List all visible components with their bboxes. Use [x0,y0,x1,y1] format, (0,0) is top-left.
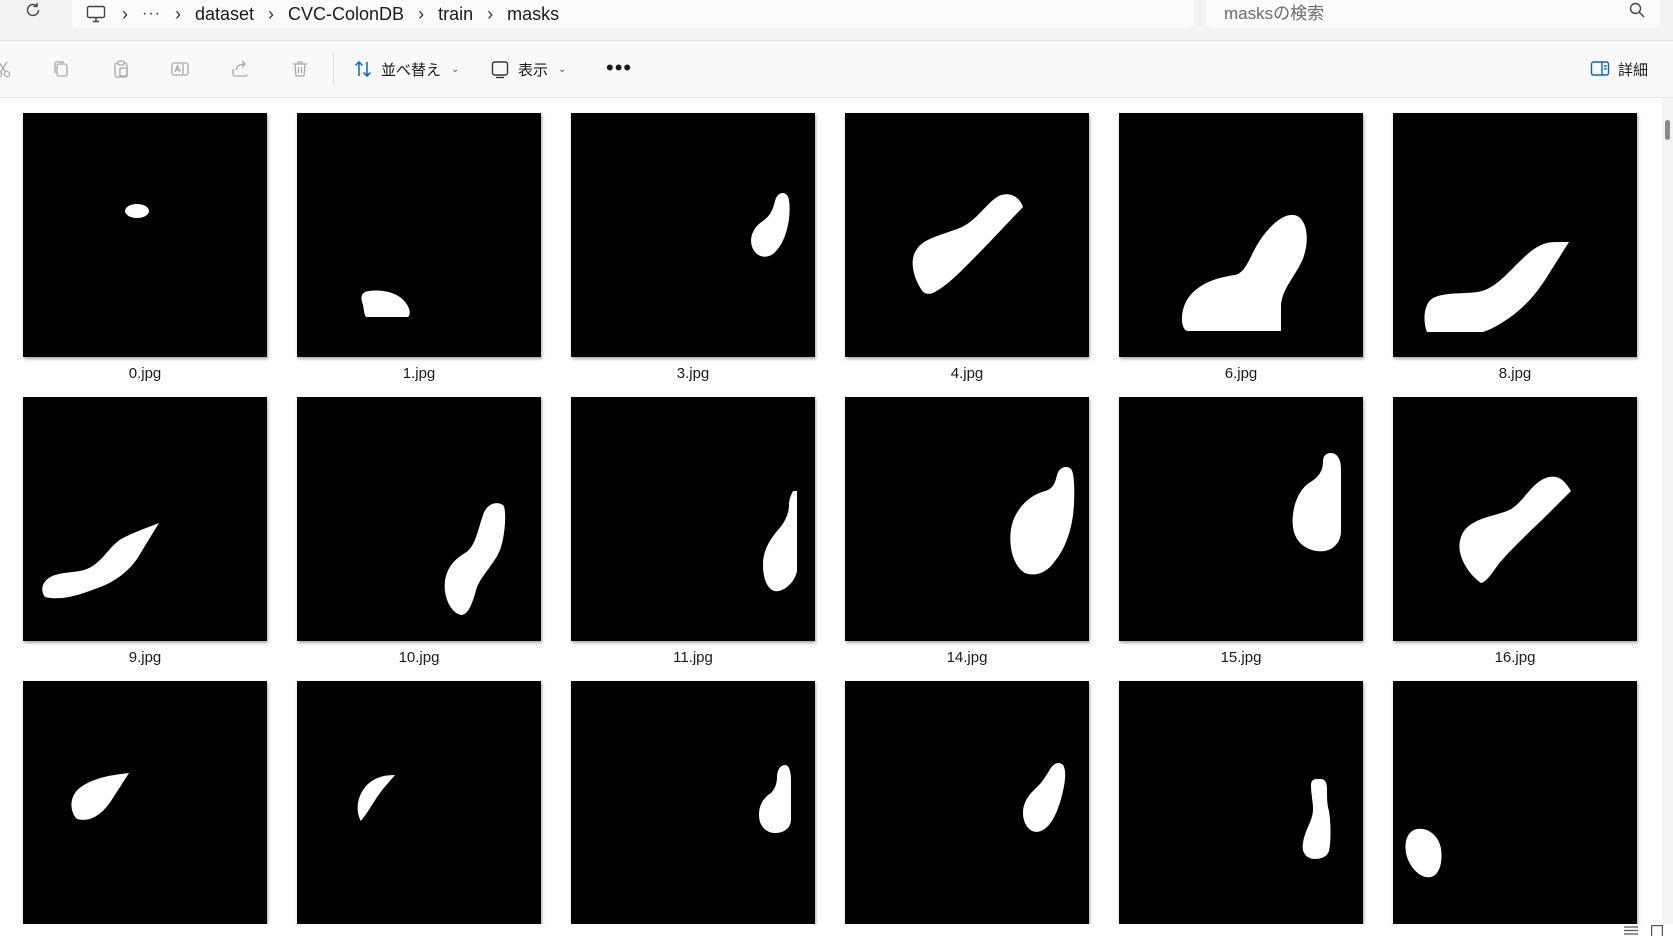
view-label: 表示 [518,61,549,79]
mask-thumbnail [1393,113,1637,357]
breadcrumb-chevron-icon[interactable]: › [487,5,493,23]
file-name: 9.jpg [128,649,162,666]
file-tile[interactable] [23,681,267,924]
breadcrumb-chevron-icon[interactable]: › [418,5,424,23]
share-button[interactable] [229,58,251,80]
toolbar-divider [333,53,334,85]
file-name: 11.jpg [673,649,713,666]
file-name: 0.jpg [128,365,162,382]
paste-button[interactable] [110,58,132,80]
breadcrumb-item-train[interactable]: train [438,4,473,25]
mask-thumbnail [297,397,541,641]
details-view-icon[interactable] [1624,925,1638,936]
file-name: 3.jpg [676,365,710,382]
mask-thumbnail [571,397,815,641]
mask-thumbnail [23,681,267,924]
breadcrumb-item-dataset[interactable]: dataset [195,4,254,25]
sort-label: 並べ替え [381,61,442,79]
mask-thumbnail [23,113,267,357]
sort-button[interactable]: 並べ替え ⌄ [353,55,459,83]
search-placeholder: masksの検索 [1224,4,1325,23]
scrollbar-thumb[interactable] [1665,120,1670,140]
mask-thumbnail [1393,397,1637,641]
breadcrumb-chevron-icon[interactable]: › [122,5,128,23]
mask-thumbnail [1119,397,1363,641]
file-tile[interactable]: 11.jpg [571,397,815,666]
file-tile[interactable]: 16.jpg [1393,397,1637,666]
large-icons-view-icon[interactable] [1651,925,1663,936]
file-tile[interactable]: 10.jpg [297,397,541,666]
breadcrumb-chevron-icon[interactable]: › [175,5,181,23]
view-icon [491,61,509,79]
breadcrumb-overflow-button[interactable]: ··· [142,5,161,23]
details-pane-button[interactable]: 詳細 [1590,55,1648,83]
file-tile[interactable] [845,681,1089,924]
file-name: 15.jpg [1220,649,1262,666]
paste-icon [114,60,128,78]
status-bar [0,924,1673,937]
file-name: 8.jpg [1498,365,1532,382]
file-tile[interactable]: 4.jpg [845,113,1089,382]
view-button[interactable]: 表示 ⌄ [490,55,566,83]
file-tile[interactable] [1119,681,1363,924]
mask-thumbnail [23,397,267,641]
refresh-button[interactable] [20,0,46,22]
breadcrumb[interactable]: › ··· › dataset › CVC-ColonDB › train › … [72,0,1194,28]
file-tile[interactable]: 1.jpg [297,113,541,382]
mask-thumbnail [297,681,541,924]
breadcrumb-chevron-icon[interactable]: › [268,5,274,23]
file-tile[interactable] [571,681,815,924]
vertical-scrollbar[interactable] [1662,98,1673,924]
mask-thumbnail [1119,113,1363,357]
mask-thumbnail [1119,681,1363,924]
this-pc-icon[interactable] [86,4,108,24]
file-grid: 0.jpg 1.jpg 3.jpg 4.jpg 6.jpg 8.jpg 9.jp… [0,98,1662,924]
mask-thumbnail [845,397,1089,641]
breadcrumb-item-masks[interactable]: masks [507,4,559,25]
sort-icon [354,60,372,78]
delete-button[interactable] [289,58,311,80]
file-name: 4.jpg [950,365,984,382]
file-tile[interactable]: 0.jpg [23,113,267,382]
cut-icon [0,61,11,78]
mask-thumbnail [845,681,1089,924]
delete-icon [293,61,307,77]
chevron-down-icon: ⌄ [451,63,460,75]
rename-icon [171,62,189,76]
cut-button[interactable] [0,58,14,80]
file-tile[interactable]: 8.jpg [1393,113,1637,382]
file-name: 16.jpg [1494,649,1536,666]
file-tile[interactable]: 6.jpg [1119,113,1363,382]
breadcrumb-item-cvc-colondb[interactable]: CVC-ColonDB [288,4,404,25]
file-tile[interactable] [297,681,541,924]
mask-thumbnail [571,681,815,924]
file-tile[interactable]: 14.jpg [845,397,1089,666]
chevron-down-icon: ⌄ [558,63,567,75]
file-name: 1.jpg [402,365,436,382]
copy-button[interactable] [50,58,72,80]
file-tile[interactable]: 15.jpg [1119,397,1363,666]
file-tile[interactable]: 9.jpg [23,397,267,666]
details-label: 詳細 [1618,61,1649,79]
command-bar: 並べ替え ⌄ 表示 ⌄ ••• 詳細 [0,41,1673,98]
file-name: 14.jpg [946,649,988,666]
search-icon[interactable] [1628,1,1646,19]
search-input[interactable]: masksの検索 [1206,0,1660,28]
mask-thumbnail [297,113,541,357]
mask-thumbnail [571,113,815,357]
share-icon [232,60,248,77]
more-options-button[interactable]: ••• [606,57,632,79]
file-name: 10.jpg [398,649,440,666]
mask-thumbnail [1393,681,1637,924]
copy-icon [54,61,68,77]
refresh-icon [26,2,40,17]
address-bar: › ··· › dataset › CVC-ColonDB › train › … [0,0,1673,41]
rename-button[interactable] [169,58,191,80]
file-name: 6.jpg [1224,365,1258,382]
file-tile[interactable] [1393,681,1637,924]
mask-thumbnail [845,113,1089,357]
file-tile[interactable]: 3.jpg [571,113,815,382]
details-pane-icon [1590,61,1610,76]
